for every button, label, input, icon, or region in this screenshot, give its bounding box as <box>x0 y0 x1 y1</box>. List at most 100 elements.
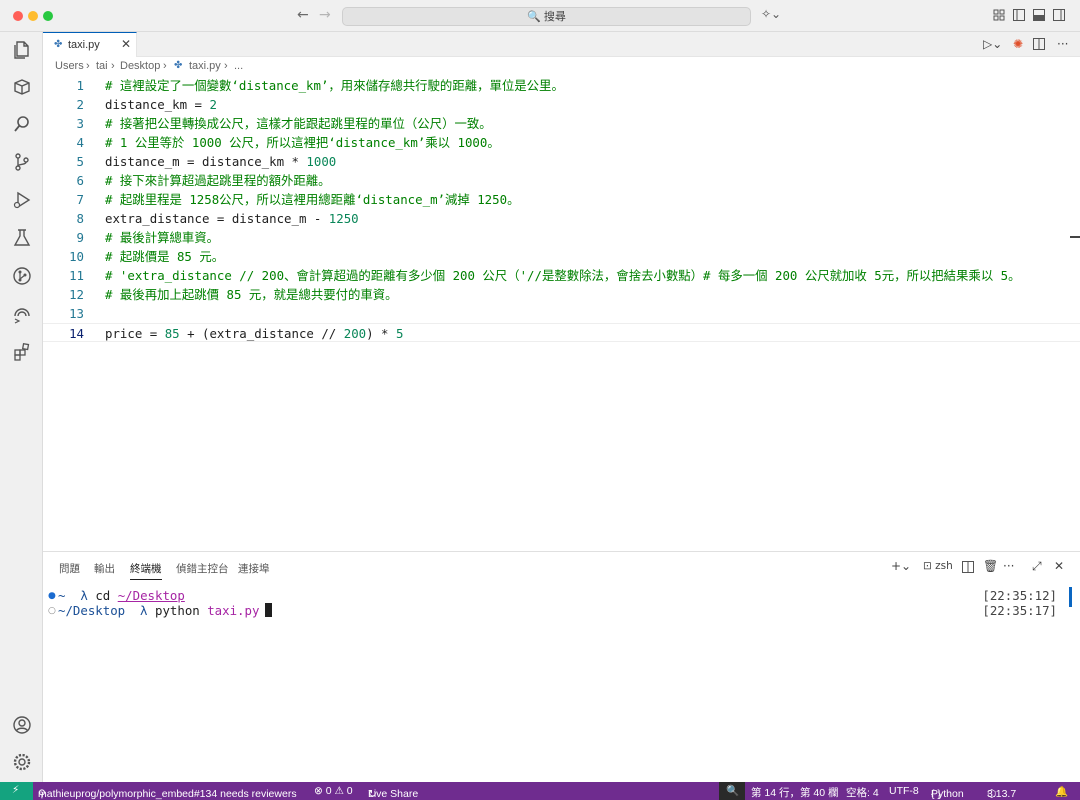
remote-indicator[interactable]: ⚡ <box>0 782 33 800</box>
number-token: 1000 <box>306 154 337 169</box>
forward-arrow-icon[interactable]: → <box>319 7 331 23</box>
tab-terminal[interactable]: 終端機 <box>130 561 162 580</box>
code-text: extra_distance = distance_m - 1250 <box>105 209 359 228</box>
customize-layout-icon[interactable] <box>993 9 1005 21</box>
breadcrumb-tai[interactable]: tai <box>96 60 108 72</box>
git-graph-icon[interactable] <box>12 266 32 286</box>
code-token: distance_m = distance_km * <box>105 154 307 169</box>
remote-explorer-icon[interactable] <box>12 304 32 324</box>
terminal-line: ○ ~/Desktop λ python taxi.py [22:35:17] <box>43 603 1063 619</box>
more-icon[interactable]: ··· <box>1003 559 1014 573</box>
split-editor-icon[interactable] <box>1033 38 1045 50</box>
extensions-icon[interactable] <box>12 77 32 97</box>
search-label: 搜尋 <box>543 11 566 23</box>
toggle-panel-icon[interactable] <box>1033 9 1045 21</box>
tab-output[interactable]: 輸出 <box>94 561 115 576</box>
code-line[interactable]: 1 # 這裡設定了一個變數‘distance_km’，用來儲存總共行駛的距離，單位… <box>43 76 1080 95</box>
explorer-icon[interactable] <box>12 40 32 60</box>
code-line[interactable]: 6 # 接下來計算超過起跳里程的額外距離。 <box>43 171 1080 190</box>
code-line[interactable]: 7 # 起跳里程是 1258公尺，所以這裡用總距離‘distance_m’減掉 1… <box>43 190 1080 209</box>
command-pending-icon[interactable]: ○ <box>48 603 56 619</box>
run-python-file-icon[interactable]: ▷⌄ <box>983 37 1002 51</box>
split-terminal-icon[interactable] <box>962 561 974 573</box>
new-terminal-icon[interactable]: +⌄ <box>891 559 911 573</box>
breadcrumb-users[interactable]: Users <box>55 60 84 72</box>
maximize-panel-icon[interactable]: ⤢ <box>1032 559 1042 574</box>
command: cd <box>95 588 118 603</box>
toggle-sidebar-icon[interactable] <box>1013 9 1025 21</box>
code-line[interactable]: 10 # 起跳價是 85 元。 <box>43 247 1080 266</box>
source-control-icon[interactable] <box>12 152 32 172</box>
minimize-window-button[interactable] <box>28 11 38 21</box>
settings-gear-icon[interactable] <box>12 752 32 772</box>
extensions-blocks-icon[interactable] <box>12 342 32 362</box>
search-icon: 🔍 <box>527 10 541 23</box>
code-line[interactable]: 9 # 最後計算總車資。 <box>43 228 1080 247</box>
command: python <box>154 603 208 618</box>
line-number: 6 <box>76 173 84 188</box>
code-editor[interactable]: 1 # 這裡設定了一個變數‘distance_km’，用來儲存總共行駛的距離，單位… <box>43 76 1080 551</box>
line-number: 3 <box>76 116 84 131</box>
status-cursor-position[interactable]: 第 14 行，第 40 欄 <box>751 785 839 800</box>
code-line[interactable]: 12 # 最後再加上起跳價 85 元，就是總共要付的車資。 <box>43 285 1080 304</box>
more-actions-icon[interactable]: ··· <box>1057 37 1068 51</box>
search-icon[interactable] <box>12 114 32 134</box>
maximize-window-button[interactable] <box>43 11 53 21</box>
breadcrumb-desktop[interactable]: Desktop <box>120 60 160 72</box>
account-icon[interactable] <box>12 715 32 735</box>
tab-taxi-py[interactable]: ✤ taxi.py ✕ <box>43 32 137 57</box>
code-line[interactable]: 5 distance_m = distance_km * 1000 <box>43 152 1080 171</box>
terminal-shell-selector[interactable]: ⊡ zsh <box>923 560 953 572</box>
terminal-line: ● ~ λ cd ~/Desktop [22:35:12] <box>43 588 1063 604</box>
prompt: ~/Desktop λ <box>58 603 155 618</box>
breadcrumb-symbols[interactable]: ... <box>234 60 243 72</box>
python-file-icon: ✤ <box>174 60 183 71</box>
code-line[interactable]: 4 # 1 公里等於 1000 公尺，所以這裡把‘distance_km’乘以 1… <box>43 133 1080 152</box>
number-token: 5 <box>395 326 404 341</box>
comment-token: # 1 公里等於 1000 公尺，所以這裡把‘distance_km’乘以 10… <box>105 135 500 150</box>
close-panel-icon[interactable]: ✕ <box>1054 559 1064 573</box>
close-window-button[interactable] <box>13 11 23 21</box>
testing-icon[interactable] <box>12 228 32 248</box>
breadcrumb-separator: › <box>224 60 228 72</box>
close-tab-icon[interactable]: ✕ <box>121 37 131 51</box>
status-problems[interactable]: ⊗ 0 ⚠ 0 <box>314 785 353 797</box>
command-center-search[interactable]: 🔍 搜尋 <box>342 7 751 26</box>
trash-icon[interactable]: 🗑 <box>983 559 998 573</box>
code-line[interactable]: 2 distance_km = 2 <box>43 95 1080 114</box>
zoom-segment[interactable]: 🔍 <box>719 782 745 800</box>
code-line[interactable]: 14 price = 85 + (extra_distance // 200) *… <box>43 323 1080 342</box>
timestamp: [22:35:12] <box>982 588 1057 603</box>
copilot-icon[interactable]: ✧⌄ <box>761 7 781 21</box>
breadcrumb: Users › tai › Desktop › ✤ taxi.py › ... <box>43 57 1080 76</box>
tab-problems[interactable]: 問題 <box>59 561 80 576</box>
notifications-bell-icon[interactable]: 🔔 <box>1055 785 1068 798</box>
live-share-label: Live Share <box>368 788 419 800</box>
status-indentation[interactable]: 空格: 4 <box>846 785 879 800</box>
remote-icon: ⚡ <box>12 784 20 796</box>
breadcrumb-separator: › <box>163 60 167 72</box>
number-token: 85 <box>164 326 180 341</box>
command-argument[interactable]: ~/Desktop <box>118 588 185 603</box>
comment-token: # 最後計算總車資。 <box>105 230 220 245</box>
terminal-scrollbar[interactable] <box>1069 587 1072 607</box>
tab-ports[interactable]: 連接埠 <box>238 561 270 576</box>
code-line[interactable]: 13 <box>43 304 1080 323</box>
breadcrumb-file[interactable]: taxi.py <box>189 60 221 72</box>
comment-token: # 起跳價是 85 元。 <box>105 249 225 264</box>
toggle-secondary-sidebar-icon[interactable] <box>1053 9 1065 21</box>
comment-token: # 接著把公里轉換成公尺，這樣才能跟起跳里程的單位（公尺）一致。 <box>105 116 492 131</box>
prompt: ~ λ <box>58 588 96 603</box>
copilot-spark-icon[interactable]: ✺ <box>1013 37 1023 51</box>
back-arrow-icon[interactable]: ← <box>297 7 309 23</box>
code-line[interactable]: 3 # 接著把公里轉換成公尺，這樣才能跟起跳里程的單位（公尺）一致。 <box>43 114 1080 133</box>
code-line[interactable]: 8 extra_distance = distance_m - 1250 <box>43 209 1080 228</box>
comment-token: # 起跳里程是 1258公尺，所以這裡用總距離‘distance_m’減掉 12… <box>105 192 520 207</box>
python-file-icon: ✤ <box>54 39 63 50</box>
line-number: 13 <box>69 306 84 321</box>
run-debug-icon[interactable] <box>12 190 32 210</box>
code-line[interactable]: 11 # 'extra_distance // 200、會計算超過的距離有多少個 … <box>43 266 1080 285</box>
tab-debug-console[interactable]: 偵錯主控台 <box>176 561 229 576</box>
command-success-icon[interactable]: ● <box>48 588 56 604</box>
status-encoding[interactable]: UTF-8 <box>889 785 919 797</box>
